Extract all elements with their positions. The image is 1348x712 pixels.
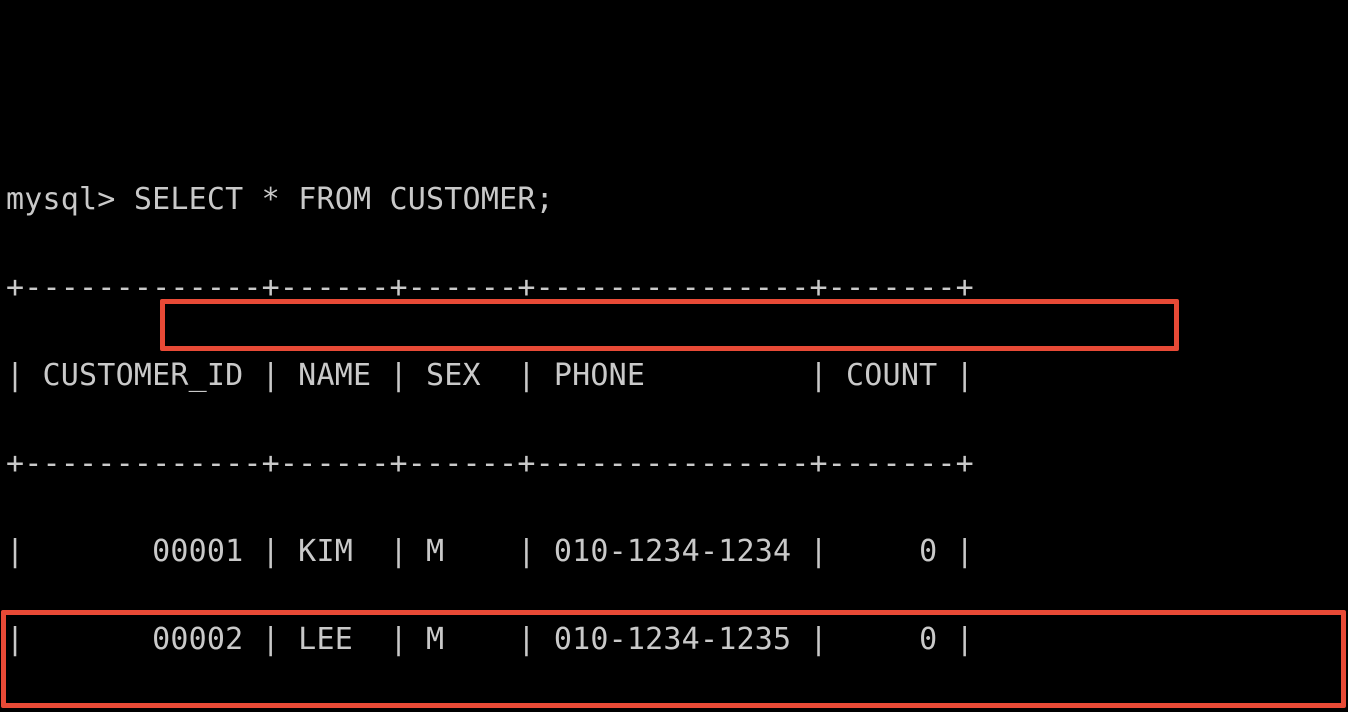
table-row: | 00002 | LEE | M | 010-1234-1235 | 0 | <box>6 618 1348 662</box>
table-row: | 00001 | KIM | M | 010-1234-1234 | 0 | <box>6 530 1348 574</box>
table-border-mid: +-------------+------+------+-----------… <box>6 442 1348 486</box>
mysql-prompt: mysql> <box>6 182 116 217</box>
sql-query: SELECT * FROM CUSTOMER; <box>134 182 554 217</box>
table-header: | CUSTOMER_ID | NAME | SEX | PHONE | COU… <box>6 354 1348 398</box>
query-line-1: mysql> SELECT * FROM CUSTOMER; <box>6 178 1348 222</box>
table-border-top: +-------------+------+------+-----------… <box>6 266 1348 310</box>
table-row: | 00003 | KANG | M | 010-2123-1234 | 0 | <box>6 706 1348 712</box>
